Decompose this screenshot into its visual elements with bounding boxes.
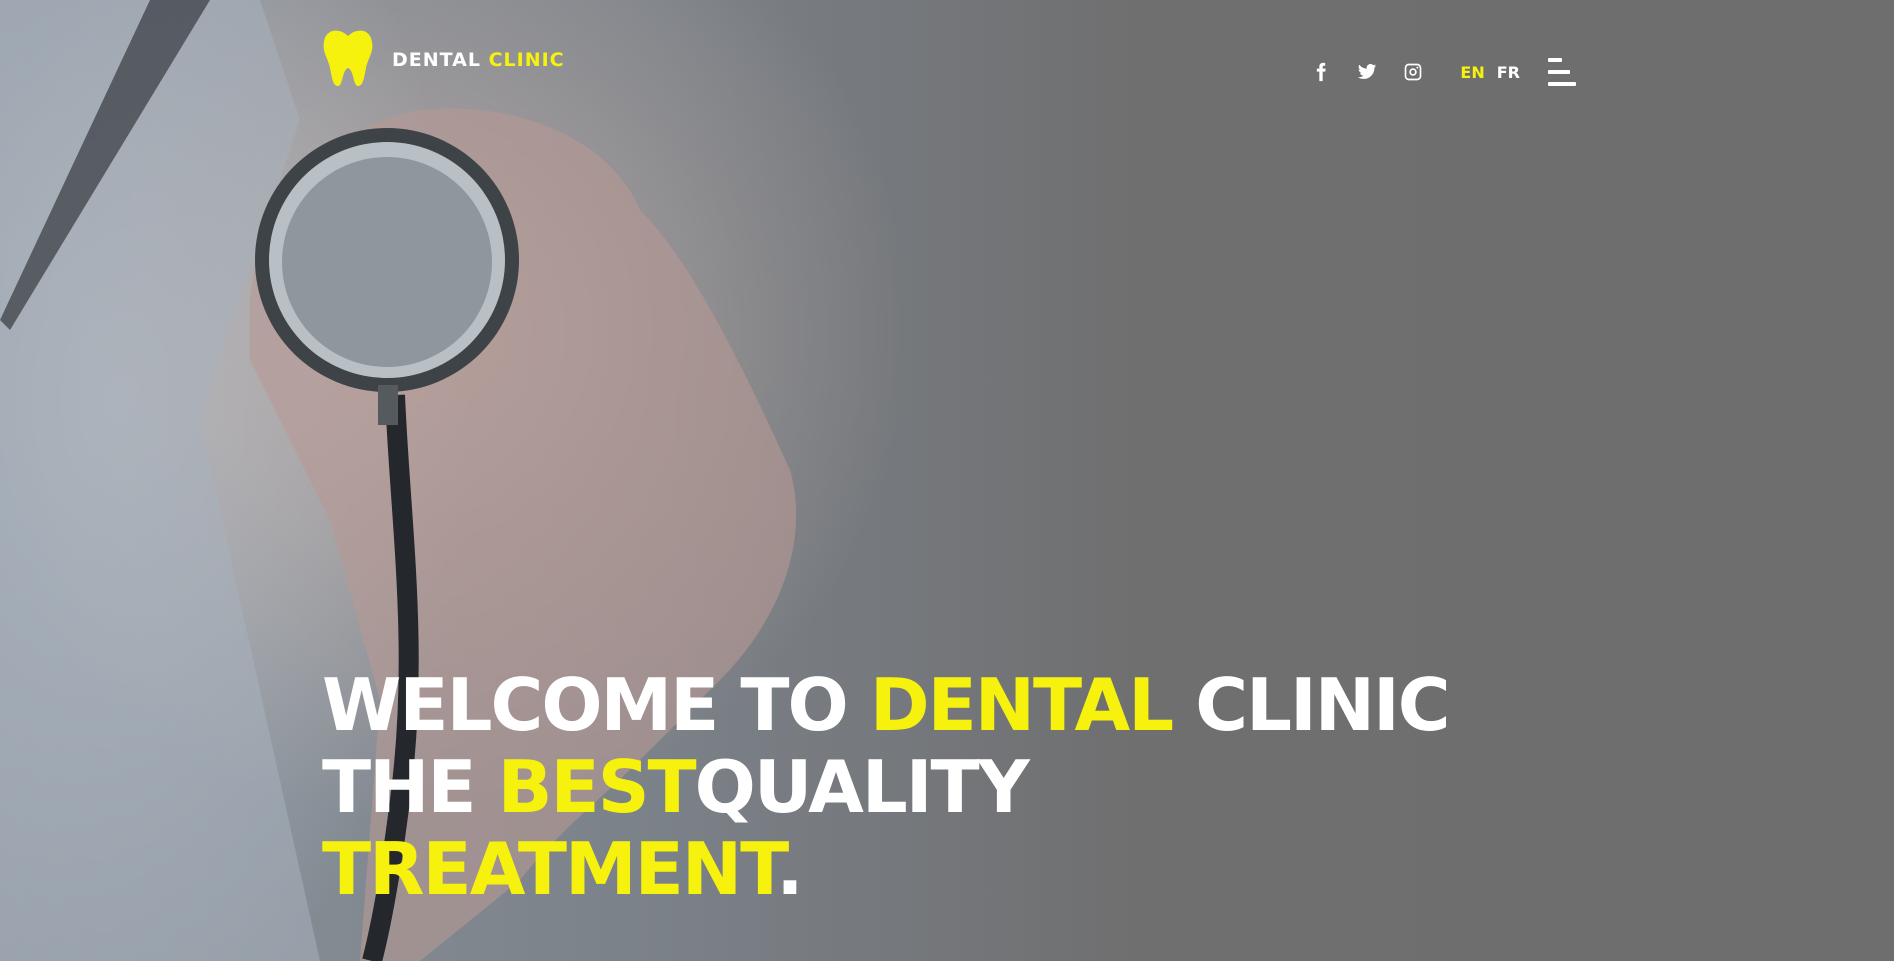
- lang-fr-link[interactable]: FR: [1497, 63, 1520, 82]
- headline-text: .: [776, 827, 803, 911]
- headline-text: QUALITY: [694, 745, 1030, 829]
- headline-text: CLINIC: [1172, 663, 1450, 747]
- facebook-icon[interactable]: [1310, 61, 1332, 83]
- hero-section: DENTAL CLINIC EN FR WELCOME TO DENTAL CL…: [0, 0, 1894, 961]
- headline-highlight: DENTAL: [869, 663, 1174, 747]
- site-logo[interactable]: DENTAL CLINIC: [322, 28, 565, 92]
- headline-line-3: TREATMENT.: [322, 828, 1449, 910]
- hamburger-menu-icon[interactable]: [1548, 58, 1578, 86]
- headline-highlight: BEST: [497, 745, 697, 829]
- twitter-icon[interactable]: [1356, 61, 1378, 83]
- header-nav: EN FR: [1310, 56, 1578, 88]
- headline-line-2: THE BESTQUALITY: [322, 746, 1449, 828]
- social-links: [1310, 61, 1424, 83]
- headline-text: THE: [322, 745, 498, 829]
- headline-highlight: TREATMENT: [322, 827, 778, 911]
- tooth-icon: [322, 28, 374, 92]
- lang-en-link[interactable]: EN: [1460, 63, 1484, 82]
- brand-name: DENTAL CLINIC: [392, 49, 565, 71]
- language-switcher: EN FR: [1460, 63, 1520, 82]
- headline-text: WELCOME TO: [322, 663, 870, 747]
- brand-word-2: CLINIC: [488, 49, 565, 71]
- brand-word-1: DENTAL: [392, 49, 481, 71]
- hero-headline: WELCOME TO DENTAL CLINIC THE BESTQUALITY…: [322, 663, 1451, 910]
- instagram-icon[interactable]: [1402, 61, 1424, 83]
- headline-line-1: WELCOME TO DENTAL CLINIC: [322, 663, 1451, 747]
